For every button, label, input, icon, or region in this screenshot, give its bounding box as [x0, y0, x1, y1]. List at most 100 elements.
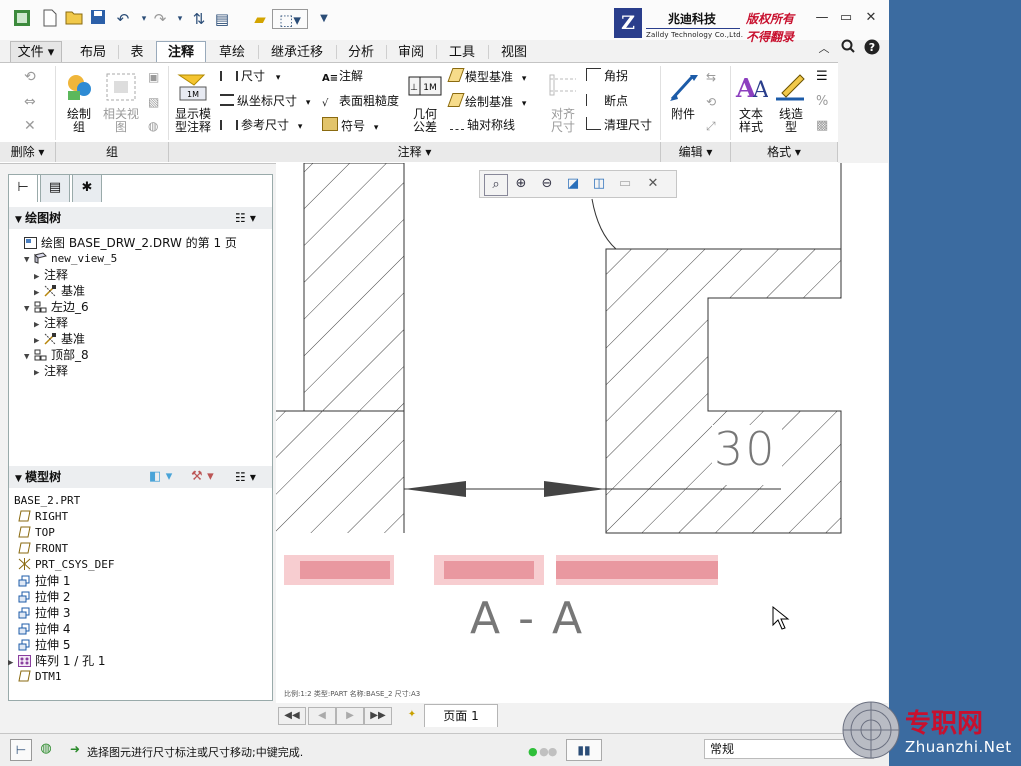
model-display-icon[interactable]: ◧ ▾: [149, 466, 172, 488]
folder-icon[interactable]: ▰: [250, 9, 270, 29]
zoom-fit-icon[interactable]: ⌕: [484, 174, 508, 196]
regenerate-icon[interactable]: ⇅: [189, 9, 209, 29]
undo-icon[interactable]: ↶: [113, 9, 133, 29]
text-style-icon[interactable]: AA: [734, 71, 768, 103]
drawing-canvas[interactable]: 30 A - A 比例:1:2 类型:PART 名称:BASE_2 尺寸:A3: [276, 162, 888, 703]
cleanup-dimensions-button[interactable]: 清理尺寸: [586, 117, 652, 133]
section-label[interactable]: A - A: [470, 593, 584, 644]
first-page-button[interactable]: ◀◀: [278, 707, 306, 725]
group-edit-label[interactable]: 编辑 ▾: [661, 142, 731, 162]
display-style-icon[interactable]: ◫: [588, 174, 610, 194]
format-tool-icon[interactable]: ▩: [816, 118, 828, 134]
new-file-icon[interactable]: [40, 9, 60, 29]
model-tree-item[interactable]: 拉伸 2: [18, 589, 70, 606]
draw-group-label[interactable]: 绘制 组: [62, 108, 96, 134]
prev-page-button[interactable]: ◀: [308, 707, 336, 725]
delete-icon[interactable]: ✕: [24, 118, 36, 134]
align-dimension-label[interactable]: 对齐 尺寸: [542, 108, 584, 134]
zoom-in-icon[interactable]: ⊕: [510, 174, 532, 194]
expand-toggle-icon[interactable]: ▼: [24, 349, 34, 365]
edit-tool-icon[interactable]: ⤢: [706, 118, 716, 134]
model-tree-item[interactable]: 拉伸 4: [18, 621, 70, 638]
model-tree-item[interactable]: DTM1: [18, 669, 62, 685]
selection-filter-icon[interactable]: ⬚▾: [272, 9, 308, 29]
draw-datum-button[interactable]: 绘制基准 ▾: [447, 93, 526, 112]
tree-toggle-icon[interactable]: ⊢: [10, 739, 32, 761]
find-icon[interactable]: ▮▮: [566, 739, 602, 761]
erase-icon[interactable]: ⇔: [24, 94, 36, 110]
symbol-button[interactable]: 符号 ▾: [322, 117, 378, 136]
datum-display-icon[interactable]: ✕: [642, 174, 664, 194]
expand-toggle-icon[interactable]: ▼: [24, 252, 34, 268]
tab-view[interactable]: 视图: [490, 41, 538, 63]
next-page-button[interactable]: ▶: [336, 707, 364, 725]
customize-toolbar-icon[interactable]: ▼: [314, 9, 334, 29]
model-tree-item[interactable]: 拉伸 5: [18, 637, 70, 654]
annotation-display-icon[interactable]: ▭: [614, 174, 636, 194]
model-tree-item[interactable]: 拉伸 1: [18, 573, 70, 590]
close-button[interactable]: ✕: [861, 8, 881, 28]
hatch-icon[interactable]: ☰: [816, 69, 828, 85]
search-icon[interactable]: [838, 39, 858, 59]
maximize-button[interactable]: ▭: [836, 8, 856, 28]
drawing-tree-item[interactable]: ▶ 注释: [34, 363, 68, 381]
browser-toggle-icon[interactable]: ◍: [36, 739, 56, 759]
tab-file[interactable]: 文件 ▾: [10, 41, 62, 63]
model-tree-item[interactable]: TOP: [18, 525, 55, 541]
drawing-tree-item[interactable]: 绘图 BASE_DRW_2.DRW 的第 1 页: [14, 235, 237, 252]
page-tab[interactable]: 页面 1: [424, 704, 498, 727]
tab-tools[interactable]: 工具: [438, 41, 486, 63]
model-tree-header[interactable]: ▼ 模型树 ◧ ▾ ⚒ ▾ ☷ ▾: [9, 466, 272, 488]
model-tree-item[interactable]: 拉伸 3: [18, 605, 70, 622]
app-icon[interactable]: [12, 9, 32, 29]
attach-label[interactable]: 附件: [664, 108, 702, 121]
edit-tool-icon[interactable]: ⇆: [706, 69, 716, 85]
open-folder-icon[interactable]: [64, 9, 84, 29]
attach-icon[interactable]: [666, 71, 700, 103]
note-button[interactable]: A≡注解: [322, 68, 363, 84]
redo-icon[interactable]: ↷: [150, 9, 170, 29]
model-tree-item[interactable]: RIGHT: [18, 509, 68, 525]
zoom-out-icon[interactable]: ⊖: [536, 174, 558, 194]
ordinate-dimension-button[interactable]: 纵坐标尺寸 ▾: [220, 93, 310, 111]
dimension-value[interactable]: 30: [714, 422, 777, 476]
show-model-annotations-icon[interactable]: 1M: [176, 71, 210, 103]
tab-sketch[interactable]: 草绘: [208, 41, 256, 63]
reference-dimension-button[interactable]: 参考尺寸 ▾: [220, 117, 302, 135]
help-icon[interactable]: ?: [862, 39, 882, 59]
collapse-ribbon-icon[interactable]: ︿: [814, 39, 834, 59]
draw-group-icon[interactable]: [62, 71, 96, 103]
model-tree-item[interactable]: BASE_2.PRT: [14, 493, 80, 509]
group-tool-icon[interactable]: ▧: [148, 94, 159, 110]
line-style-icon[interactable]: [774, 71, 808, 103]
geometric-tolerance-label[interactable]: 几何 公差: [404, 108, 446, 134]
align-dimension-icon[interactable]: [546, 71, 580, 103]
expand-toggle-icon[interactable]: ▶: [34, 365, 44, 381]
line-style-label[interactable]: 线造 型: [772, 108, 810, 134]
new-page-icon[interactable]: ✦: [398, 707, 426, 725]
model-datum-button[interactable]: 模型基准 ▾: [447, 68, 526, 87]
related-view-label[interactable]: 相关视 图: [100, 108, 142, 134]
tab-table[interactable]: 表: [120, 41, 154, 63]
model-tree-item[interactable]: PRT_CSYS_DEF: [18, 557, 114, 573]
axis-symmetry-button[interactable]: 轴对称线: [450, 117, 515, 133]
edit-tool-icon[interactable]: ⟲: [706, 94, 716, 110]
group-delete-label[interactable]: 删除 ▾: [0, 142, 56, 162]
related-view-icon[interactable]: [104, 71, 138, 103]
repaint-icon[interactable]: ◪: [562, 174, 584, 194]
tab-annotate[interactable]: 注释: [156, 41, 206, 63]
tab-review[interactable]: 审阅: [388, 41, 434, 63]
tree-settings-icon[interactable]: ☷ ▾: [235, 207, 256, 229]
break-button[interactable]: 断点: [586, 93, 628, 109]
favorites-tab-icon[interactable]: ✱: [72, 174, 102, 202]
minimize-button[interactable]: —: [812, 8, 832, 28]
folder-browser-tab-icon[interactable]: ▤: [40, 174, 70, 202]
group-annotate-label[interactable]: 注释 ▾: [169, 142, 661, 162]
dimension-button[interactable]: 尺寸 ▾: [220, 68, 280, 86]
jog-button[interactable]: 角拐: [586, 68, 628, 84]
model-settings-icon[interactable]: ☷ ▾: [235, 466, 256, 488]
last-page-button[interactable]: ▶▶: [364, 707, 392, 725]
drawing-tree-item[interactable]: ▼ new_view_5: [24, 251, 117, 268]
tab-layout[interactable]: 布局: [70, 41, 116, 63]
delete-all-icon[interactable]: ⟲: [24, 69, 36, 85]
